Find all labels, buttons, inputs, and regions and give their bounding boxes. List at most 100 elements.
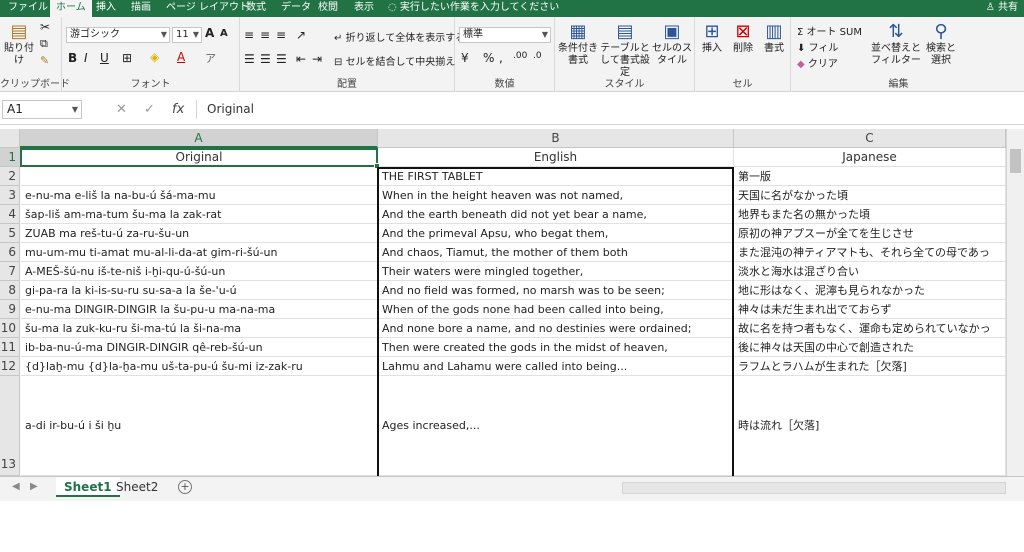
cell-c9[interactable]: 神々は未だ生まれ出でておらず — [734, 300, 1006, 319]
column-header-c[interactable]: C — [734, 129, 1006, 148]
cell-a8[interactable]: gi-pa-ra la ki-is-su-ru su-sa-a la še-'u… — [21, 281, 378, 300]
italic-icon[interactable]: I — [84, 51, 88, 65]
tab-insert[interactable]: 挿入 — [90, 0, 122, 17]
tab-data[interactable]: データ — [275, 0, 317, 17]
format-as-table-button[interactable]: ▤ テーブルとして書式設定 — [599, 21, 651, 79]
comma-style-icon[interactable]: , — [499, 51, 503, 65]
row-header[interactable]: 2 — [0, 167, 20, 186]
align-right-icon[interactable]: ☰ — [276, 52, 287, 66]
format-painter-icon[interactable]: ✎ — [40, 54, 49, 67]
insert-function-icon[interactable]: fx — [172, 100, 184, 119]
merge-center-button[interactable]: ⊟ セルを結合して中央揃え — [334, 53, 455, 68]
column-header-b[interactable]: B — [378, 129, 734, 148]
row-header[interactable]: 12 — [0, 357, 20, 376]
cell-b7[interactable]: Their waters were mingled together, — [378, 262, 734, 281]
row-header[interactable]: 3 — [0, 186, 20, 205]
find-select-button[interactable]: ⚲ 検索と選択 — [923, 21, 959, 67]
cell-a7[interactable]: A-MEŠ-šú-nu iš-te-niš i-ḫi-qu-ú-šú-un — [21, 262, 378, 281]
fill-button[interactable]: ⬇ フィル — [797, 39, 838, 54]
column-header-a[interactable]: A — [20, 129, 378, 148]
row-header[interactable]: 13 — [0, 376, 20, 476]
currency-icon[interactable]: ¥ — [461, 51, 469, 65]
horizontal-scrollbar[interactable] — [622, 482, 1006, 494]
cell-b8[interactable]: And no field was formed, no marsh was to… — [378, 281, 734, 300]
tab-review[interactable]: 校閲 — [312, 0, 344, 17]
cell-a12[interactable]: {d}laḫ-mu {d}la-ḫa-mu uš-ta-pu-ú šu-mi i… — [21, 357, 378, 376]
cell-a5[interactable]: ZUAB ma reš-tu-ú za-ru-šu-un — [21, 224, 378, 243]
cell-b11[interactable]: Then were created the gods in the midst … — [378, 338, 734, 357]
orientation-icon[interactable]: ↗ — [296, 28, 306, 42]
cell-c5[interactable]: 原初の神アプスーが全てを生じさせ — [734, 224, 1006, 243]
cell-c2[interactable]: 第一版 — [734, 167, 1006, 186]
tab-view[interactable]: 表示 — [348, 0, 380, 17]
align-middle-icon[interactable]: ≡ — [260, 28, 270, 42]
bold-icon[interactable]: B — [68, 51, 77, 65]
decrease-decimal-icon[interactable]: .0 — [533, 51, 542, 61]
prev-sheet-icon[interactable]: ◀ — [12, 481, 20, 492]
autosum-button[interactable]: Σ オート SUM — [797, 23, 862, 38]
insert-cells-button[interactable]: ⊞ 挿入 — [697, 21, 727, 55]
row-header[interactable]: 8 — [0, 281, 20, 300]
copy-icon[interactable]: ⧉ — [40, 37, 48, 51]
cell-styles-button[interactable]: ▣ セルのスタイル — [651, 21, 693, 67]
increase-decimal-icon[interactable]: .00 — [513, 51, 527, 61]
indent-increase-icon[interactable]: ⇥ — [312, 52, 322, 66]
cell-c11[interactable]: 後に神々は天国の中心で創造された — [734, 338, 1006, 357]
cell-b9[interactable]: When of the gods none had been called in… — [378, 300, 734, 319]
row-header[interactable]: 6 — [0, 243, 20, 262]
cell-a13[interactable]: a-di ir-bu-ú i ši ḫu — [21, 376, 378, 476]
sheet-tab-sheet2[interactable]: Sheet2 — [108, 477, 166, 497]
cell-a2[interactable] — [21, 167, 378, 186]
row-header[interactable]: 4 — [0, 205, 20, 224]
row-header[interactable]: 11 — [0, 338, 20, 357]
cell-c1[interactable]: Japanese — [734, 148, 1006, 167]
row-header[interactable]: 1 — [0, 148, 20, 167]
format-cells-button[interactable]: ▥ 書式 — [759, 21, 789, 55]
cell-a9[interactable]: e-nu-ma DINGIR-DINGIR la šu-pu-u ma-na-m… — [21, 300, 378, 319]
cell-a10[interactable]: šu-ma la zuk-ku-ru ši-ma-tú la ši-na-ma — [21, 319, 378, 338]
cell-b3[interactable]: When in the height heaven was not named, — [378, 186, 734, 205]
cell-a6[interactable]: mu-um-mu ti-amat mu-al-li-da-at gim-ri-š… — [21, 243, 378, 262]
wrap-text-button[interactable]: ↵ 折り返して全体を表示する — [334, 29, 465, 44]
vertical-scrollbar[interactable] — [1006, 129, 1024, 476]
shrink-font-icon[interactable]: A — [220, 28, 228, 39]
vertical-scroll-thumb[interactable] — [1010, 149, 1021, 173]
cell-a11[interactable]: ib-ba-nu-ú-ma DINGIR-DINGIR qê-reb-šú-un — [21, 338, 378, 357]
cell-c8[interactable]: 地に形はなく、泥濘も見られなかった — [734, 281, 1006, 300]
cell-b10[interactable]: And none bore a name, and no destinies w… — [378, 319, 734, 338]
font-color-icon[interactable]: A — [177, 50, 185, 64]
number-format-combo[interactable]: 標準 ▼ — [459, 27, 551, 43]
font-size-combo[interactable]: 11 ▼ — [172, 27, 202, 43]
row-header[interactable]: 10 — [0, 319, 20, 338]
cell-b4[interactable]: And the earth beneath did not yet bear a… — [378, 205, 734, 224]
next-sheet-icon[interactable]: ▶ — [30, 481, 38, 492]
tab-draw[interactable]: 描画 — [125, 0, 157, 17]
align-top-icon[interactable]: ≡ — [244, 28, 254, 42]
name-box[interactable]: A1 ▼ — [2, 100, 82, 119]
cell-b12[interactable]: Lahmu and Lahamu were called into being.… — [378, 357, 734, 376]
tab-formulas[interactable]: 数式 — [240, 0, 272, 17]
enter-icon[interactable]: ✓ — [144, 100, 155, 119]
align-center-icon[interactable]: ☰ — [260, 52, 271, 66]
cell-c13[interactable]: 時は流れ［欠落] — [734, 376, 1006, 476]
percent-icon[interactable]: % — [483, 51, 494, 65]
cut-icon[interactable]: ✂ — [40, 20, 50, 34]
cell-c10[interactable]: 故に名を持つ者もなく、運命も定められていなかっ — [734, 319, 1006, 338]
cell-c3[interactable]: 天国に名がなかった頃 — [734, 186, 1006, 205]
row-header[interactable]: 7 — [0, 262, 20, 281]
font-name-combo[interactable]: 游ゴシック ▼ — [66, 27, 170, 43]
fill-handle[interactable] — [374, 163, 380, 169]
tab-home[interactable]: ホーム — [50, 0, 92, 17]
cell-c7[interactable]: 淡水と海水は混ざり合い — [734, 262, 1006, 281]
cell-c6[interactable]: また混沌の神ティアマトも、それら全ての母であっ — [734, 243, 1006, 262]
delete-cells-button[interactable]: ⊠ 削除 — [728, 21, 758, 55]
align-left-icon[interactable]: ☰ — [244, 52, 255, 66]
paste-button[interactable]: ▤ 貼り付け — [2, 21, 36, 67]
cell-c4[interactable]: 地界もまた名の無かった頃 — [734, 205, 1006, 224]
add-sheet-icon[interactable]: + — [178, 480, 192, 494]
fill-color-icon[interactable]: ◈ — [150, 50, 159, 64]
underline-icon[interactable]: U — [100, 51, 109, 65]
indent-decrease-icon[interactable]: ⇤ — [296, 52, 306, 66]
tab-file[interactable]: ファイル — [2, 0, 54, 17]
conditional-format-button[interactable]: ▦ 条件付き書式 — [557, 21, 599, 67]
